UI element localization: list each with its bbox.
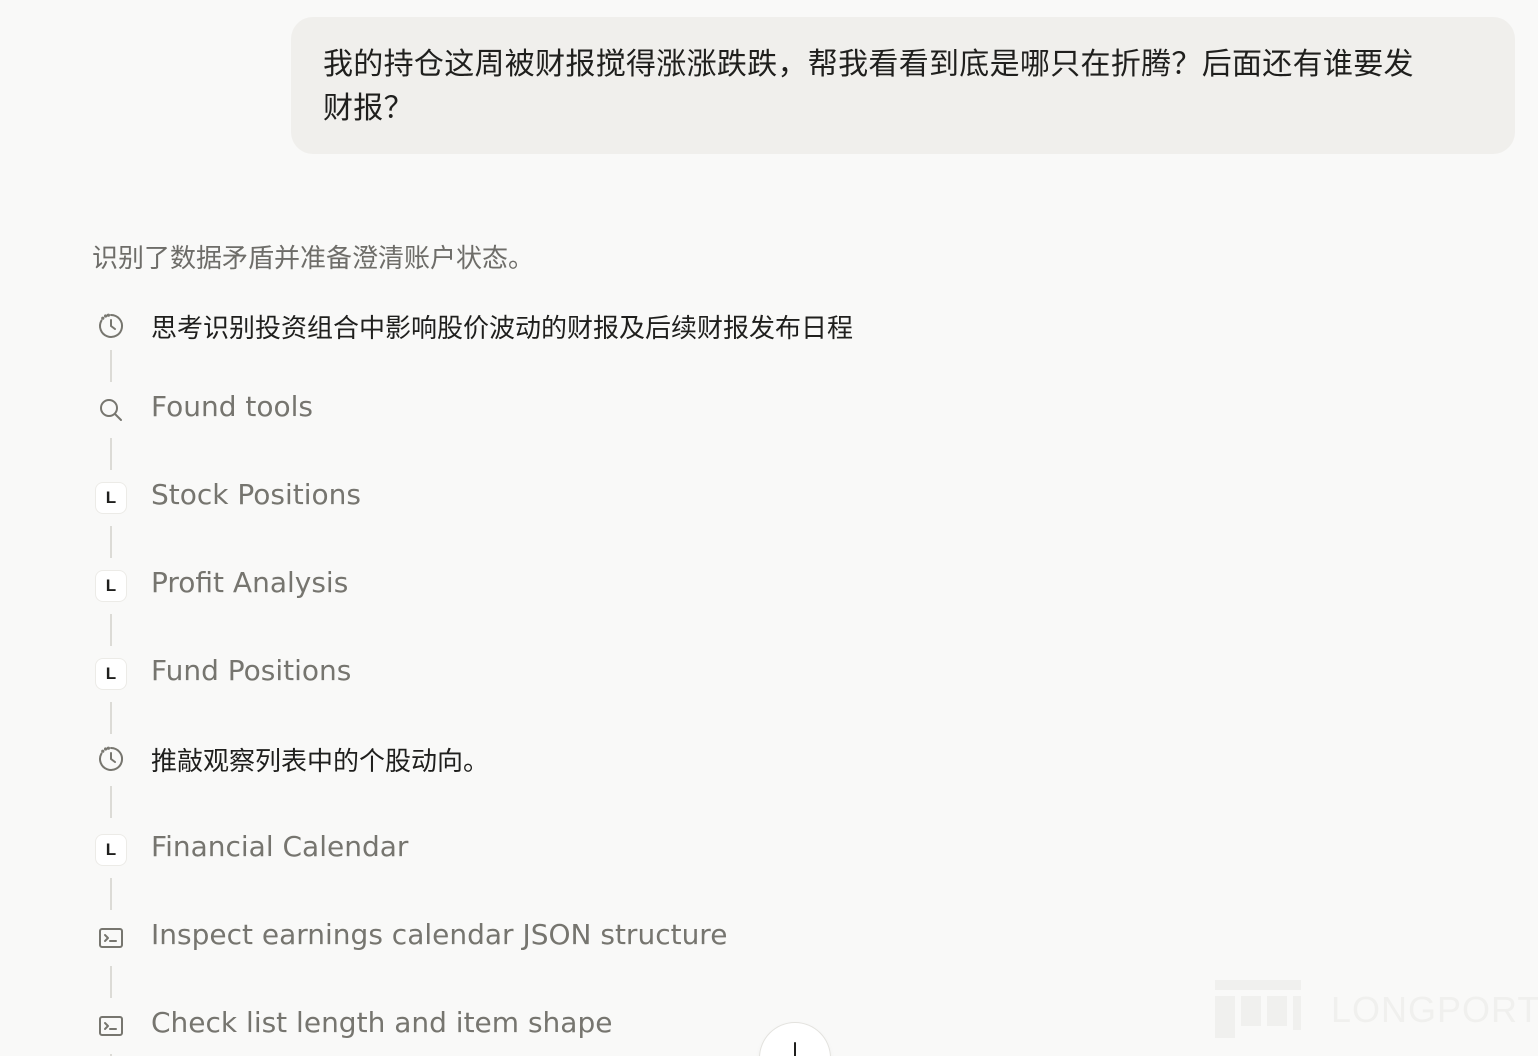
timeline-step-label: Inspect earnings calendar JSON structure [151,918,728,951]
timeline-step-thinking[interactable]: 思考识别投资组合中影响股价波动的财报及后续财报发布日程 [92,300,1192,388]
tool-badge: L [96,483,126,513]
longport-l-icon: L [92,831,130,869]
tool-badge: L [96,835,126,865]
chat-page: 我的持仓这周被财报搅得涨涨跌跌，帮我看看到底是哪只在折腾？后面还有谁要发 财报？… [0,0,1538,1056]
longport-l-icon: L [92,655,130,693]
clock-history-icon [92,307,130,345]
watermark-text: LONGPORT [1331,989,1538,1030]
longport-l-icon: L [92,479,130,517]
timeline-step-fund-positions[interactable]: L Fund Positions [92,652,1192,740]
timeline-step-thinking[interactable]: 推敲观察列表中的个股动向。 [92,740,1192,828]
timeline-step-label: Fund Positions [151,654,352,687]
timeline-connector [110,614,112,646]
timeline-step-check-list-length[interactable]: Check list length and item shape [92,1004,1192,1056]
user-message-line-1: 我的持仓这周被财报搅得涨涨跌跌，帮我看看到底是哪只在折腾？后面还有谁要发 [323,47,1414,82]
longport-watermark: LONGPORT [1215,980,1538,1040]
timeline-connector [110,702,112,734]
timeline-connector [110,350,112,382]
search-icon [92,391,130,429]
tool-timeline: 思考识别投资组合中影响股价波动的财报及后续财报发布日程 Found tools … [92,300,1192,1056]
timeline-connector [110,438,112,470]
timeline-step-label: 推敲观察列表中的个股动向。 [151,747,490,777]
longport-logo-icon [1215,980,1301,1038]
longport-l-icon: L [92,567,130,605]
timeline-step-label: Financial Calendar [151,830,409,863]
timeline-step-label: 思考识别投资组合中影响股价波动的财报及后续财报发布日程 [151,314,854,344]
timeline-connector [110,966,112,998]
terminal-icon [92,1007,130,1045]
timeline-step-label: Profit Analysis [151,566,349,599]
timeline-step-label: Found tools [151,390,314,423]
timeline-connector [110,878,112,910]
assistant-status-text: 识别了数据矛盾并准备澄清账户状态。 [92,244,535,274]
timeline-connector [110,786,112,818]
timeline-step-label: Stock Positions [151,478,361,511]
user-message-bubble: 我的持仓这周被财报搅得涨涨跌跌，帮我看看到底是哪只在折腾？后面还有谁要发 财报？ [291,17,1515,154]
timeline-step-inspect-json[interactable]: Inspect earnings calendar JSON structure [92,916,1192,1004]
timeline-connector [110,526,112,558]
user-message-line-2: 财报？ [323,91,414,126]
terminal-icon [92,919,130,957]
timeline-step-label: Check list length and item shape [151,1006,613,1039]
timeline-step-found-tools[interactable]: Found tools [92,388,1192,476]
timeline-step-profit-analysis[interactable]: L Profit Analysis [92,564,1192,652]
timeline-step-stock-positions[interactable]: L Stock Positions [92,476,1192,564]
clock-history-icon [92,740,130,778]
timeline-step-financial-calendar[interactable]: L Financial Calendar [92,828,1192,916]
tool-badge: L [96,571,126,601]
tool-badge: L [96,659,126,689]
arrow-down-icon [794,1042,796,1056]
